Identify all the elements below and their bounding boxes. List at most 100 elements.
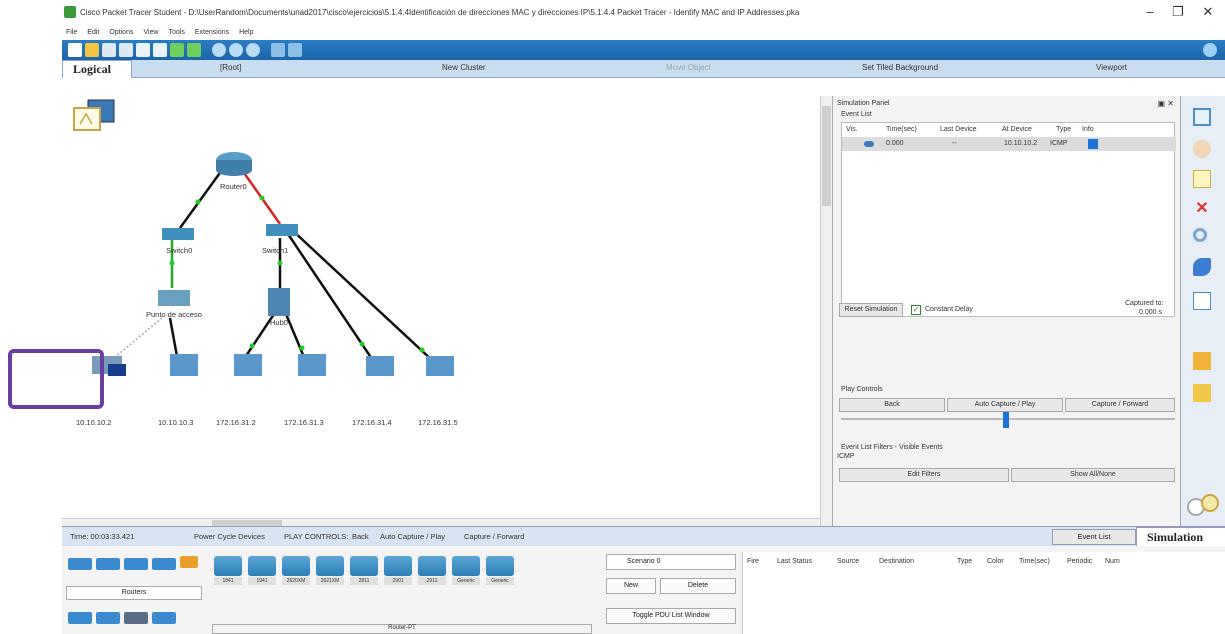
help-icon[interactable] — [1203, 43, 1217, 57]
add-complex-pdu-icon[interactable] — [1193, 384, 1211, 402]
menu-extensions[interactable]: Extensions — [195, 29, 229, 36]
delete-icon[interactable]: ✕ — [1193, 200, 1211, 218]
custom-device-icon[interactable] — [288, 43, 302, 57]
switches-category-icon[interactable] — [96, 558, 120, 570]
reset-simulation-button[interactable]: Reset Simulation — [839, 303, 903, 317]
simulation-tab[interactable]: Simulation — [1136, 527, 1225, 547]
event-row[interactable]: 0.000 -- 10.10.10.2 ICMP — [842, 137, 1176, 151]
save-icon[interactable] — [102, 43, 116, 57]
eye-icon — [864, 141, 874, 147]
routers-category-icon[interactable] — [68, 558, 92, 570]
set-tiled-background-button[interactable]: Set Tiled Background — [862, 63, 938, 72]
inspect-icon[interactable] — [1193, 228, 1207, 242]
move-object-button[interactable]: Move Object — [666, 63, 711, 72]
auto-capture-button[interactable]: Auto Capture / Play — [947, 398, 1063, 412]
zoom-out-icon[interactable] — [246, 43, 260, 57]
col-at-device: At Device — [1002, 126, 1032, 133]
host-label: 172.16.31.5 — [418, 418, 458, 427]
canvas-horizontal-scrollbar[interactable] — [62, 518, 820, 526]
show-all-none-button[interactable]: Show All/None — [1011, 468, 1175, 482]
host-label: 172.16.31.4 — [352, 418, 392, 427]
status-auto-capture-button[interactable]: Auto Capture / Play — [380, 532, 445, 541]
redo-icon[interactable] — [187, 43, 201, 57]
new-cluster-button[interactable]: New Cluster — [442, 63, 486, 72]
menu-options[interactable]: Options — [109, 29, 133, 36]
power-cycle-button[interactable]: Power Cycle Devices — [194, 532, 265, 541]
router-model[interactable]: Generic — [452, 556, 480, 585]
host-label: 172.16.31.3 — [284, 418, 324, 427]
tab-logical[interactable]: Logical — [62, 60, 132, 78]
menu-view[interactable]: View — [143, 29, 158, 36]
copy-icon[interactable] — [153, 43, 167, 57]
print-icon[interactable] — [119, 43, 133, 57]
panel-close-icon[interactable]: ▣ ✕ — [1158, 99, 1174, 108]
router-model[interactable]: 2811 — [350, 556, 378, 585]
hand-icon[interactable] — [1193, 140, 1211, 158]
event-list-table: Vis. Time(sec) Last Device At Device Typ… — [841, 122, 1176, 317]
maximize-button[interactable]: ❐ — [1168, 4, 1188, 20]
root-link[interactable]: [Root] — [220, 63, 241, 72]
event-list-tab[interactable]: Event List — [1052, 529, 1136, 545]
router-model[interactable]: 1841 — [214, 556, 242, 585]
close-button[interactable]: ✕ — [1198, 4, 1218, 20]
status-capture-forward-button[interactable]: Capture / Forward — [464, 532, 524, 541]
capture-forward-button[interactable]: Capture / Forward — [1065, 398, 1175, 412]
menu-help[interactable]: Help — [239, 29, 253, 36]
end-devices-category-icon[interactable] — [68, 612, 92, 624]
minimize-button[interactable]: – — [1140, 4, 1160, 19]
filter-value: ICMP — [837, 453, 855, 460]
event-time: 0.000 — [886, 140, 904, 147]
pdu-col-last-status: Last Status — [777, 558, 813, 565]
note-icon[interactable] — [1193, 170, 1211, 188]
switch0-label: Switch0 — [166, 246, 193, 255]
undo-icon[interactable] — [170, 43, 184, 57]
back-button[interactable]: Back — [839, 398, 945, 412]
menu-tools[interactable]: Tools — [169, 29, 185, 36]
router-model[interactable]: 2620XM — [282, 556, 310, 585]
zoom-in-icon[interactable] — [212, 43, 226, 57]
constant-delay-checkbox[interactable]: ✓ — [911, 305, 921, 315]
delete-scenario-button[interactable]: Delete — [660, 578, 736, 594]
custom-devices-category-icon[interactable] — [152, 612, 176, 624]
toggle-pdu-list-button[interactable]: Toggle PDU List Window — [606, 608, 736, 624]
palette-icon[interactable] — [271, 43, 285, 57]
device-type-label: Router-PT — [212, 624, 592, 634]
select-icon[interactable] — [1193, 108, 1211, 126]
activity-wizard-icon[interactable] — [136, 43, 150, 57]
logical-view-icon[interactable] — [72, 98, 118, 132]
switch1-label: Switch1 — [262, 246, 289, 255]
new-scenario-button[interactable]: New — [606, 578, 656, 594]
router-model[interactable]: 2621XM — [316, 556, 344, 585]
connections-category-icon[interactable] — [180, 556, 198, 568]
add-simple-pdu-icon[interactable] — [1193, 352, 1211, 370]
zoom-reset-icon[interactable] — [229, 43, 243, 57]
viewport-button[interactable]: Viewport — [1096, 63, 1127, 72]
scenario-select[interactable]: Scenario 0 — [606, 554, 736, 570]
status-back-button[interactable]: Back — [352, 532, 369, 541]
wan-emulation-category-icon[interactable] — [124, 612, 148, 624]
menu-edit[interactable]: Edit — [87, 29, 99, 36]
edit-filters-button[interactable]: Edit Filters — [839, 468, 1009, 482]
canvas-vertical-scrollbar[interactable] — [820, 96, 832, 526]
event-info-color[interactable] — [1088, 139, 1098, 149]
logical-workspace[interactable]: Router0 Switch0 Switch1 Punto de acceso … — [62, 78, 820, 518]
router-model[interactable]: Generic — [486, 556, 514, 585]
resize-icon[interactable] — [1193, 292, 1211, 310]
event-list-label: Event List — [841, 111, 872, 118]
play-speed-slider[interactable] — [1003, 412, 1009, 428]
pdu-col-source: Source — [837, 558, 860, 565]
components-category-icon[interactable] — [96, 612, 120, 624]
menu-file[interactable]: File — [66, 29, 77, 36]
col-info: Info — [1082, 126, 1094, 133]
simulation-mode-icon[interactable] — [1201, 494, 1219, 512]
new-file-icon[interactable] — [68, 43, 82, 57]
wireless-category-icon[interactable] — [152, 558, 176, 570]
open-folder-icon[interactable] — [85, 43, 99, 57]
hubs-category-icon[interactable] — [124, 558, 148, 570]
router-model[interactable]: 2901 — [384, 556, 412, 585]
router-model[interactable]: 1941 — [248, 556, 276, 585]
draw-icon[interactable] — [1193, 258, 1211, 276]
router-model[interactable]: 2911 — [418, 556, 446, 585]
host-label: 10.10.10.3 — [158, 418, 194, 427]
pdu-list: Fire Last Status Source Destination Type… — [742, 552, 1225, 634]
